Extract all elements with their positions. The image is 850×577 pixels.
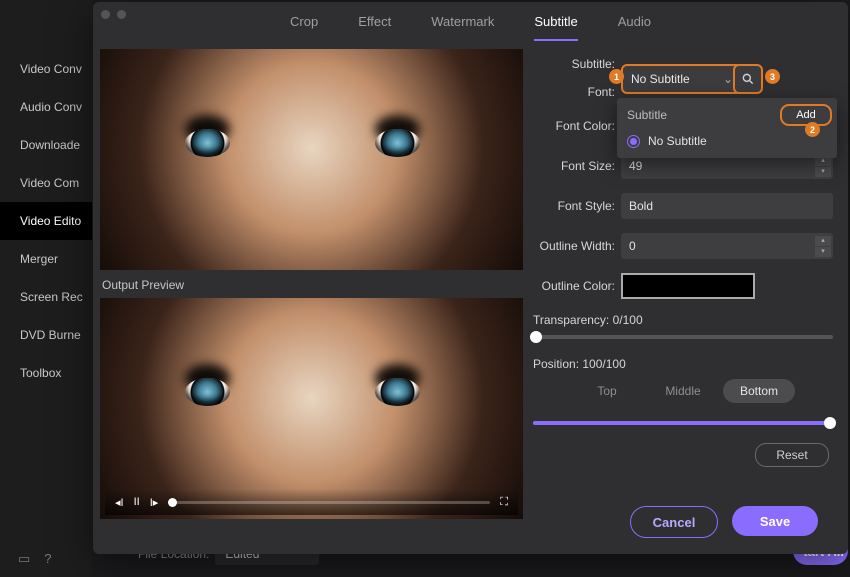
position-thumb[interactable]: [824, 417, 836, 429]
outline-color-label: Outline Color:: [533, 279, 615, 293]
source-preview: [100, 49, 523, 270]
transparency-label: Transparency: 0/100: [533, 313, 833, 327]
sidebar-item-downloader[interactable]: Downloade: [0, 126, 92, 164]
font-color-label: Font Color:: [533, 119, 615, 133]
output-preview: ◂I II I▸ ⛶: [100, 298, 523, 519]
tab-effect[interactable]: Effect: [358, 14, 391, 41]
transparency-thumb[interactable]: [530, 331, 542, 343]
sidebar-item-label: DVD Burne: [20, 328, 81, 342]
subtitle-select-value: No Subtitle: [631, 72, 690, 86]
subtitle-option-none[interactable]: No Subtitle: [617, 130, 837, 152]
font-label: Font:: [533, 85, 615, 99]
sidebar-item-dvd-burner[interactable]: DVD Burne: [0, 316, 92, 354]
search-icon: [741, 72, 755, 86]
tab-crop[interactable]: Crop: [290, 14, 318, 41]
sidebar: Video Conv Audio Conv Downloade Video Co…: [0, 0, 92, 577]
sidebar-item-label: Screen Rec: [20, 290, 83, 304]
annotation-2: 2: [805, 122, 820, 137]
sidebar-item-video-converter[interactable]: Video Conv: [0, 50, 92, 88]
sidebar-item-label: Downloade: [20, 138, 80, 152]
seek-thumb[interactable]: [168, 498, 177, 507]
sidebar-item-label: Video Com: [20, 176, 79, 190]
sidebar-item-screen-recorder[interactable]: Screen Rec: [0, 278, 92, 316]
sidebar-item-toolbox[interactable]: Toolbox: [0, 354, 92, 392]
modal-actions: Cancel Save: [630, 506, 818, 538]
cancel-button[interactable]: Cancel: [630, 506, 718, 538]
reset-button[interactable]: Reset: [755, 443, 829, 467]
sidebar-item-video-editor[interactable]: Video Edito: [0, 202, 92, 240]
sidebar-item-label: Audio Conv: [20, 100, 82, 114]
next-frame-icon[interactable]: I▸: [150, 496, 159, 509]
font-size-value: 49: [629, 159, 642, 173]
position-label: Position: 100/100: [533, 357, 833, 371]
font-size-label: Font Size:: [533, 159, 615, 173]
annotation-1: 1: [609, 69, 624, 84]
stepper-down-icon[interactable]: ▾: [815, 247, 831, 257]
sidebar-item-video-compressor[interactable]: Video Com: [0, 164, 92, 202]
outline-width-label: Outline Width:: [533, 239, 615, 253]
book-icon[interactable]: ▭: [18, 551, 30, 567]
preview-image: [375, 129, 420, 157]
outline-width-value: 0: [629, 239, 636, 253]
tab-watermark[interactable]: Watermark: [431, 14, 494, 41]
outline-width-input[interactable]: 0 ▴▾: [621, 233, 833, 259]
annotation-3: 3: [765, 69, 780, 84]
radio-selected-icon: [627, 135, 640, 148]
sidebar-item-merger[interactable]: Merger: [0, 240, 92, 278]
pause-icon[interactable]: II: [134, 496, 140, 508]
subtitle-option-label: No Subtitle: [648, 134, 707, 148]
outline-color-swatch[interactable]: [621, 273, 755, 299]
preview-image: [375, 378, 420, 406]
sidebar-item-label: Merger: [20, 252, 58, 266]
font-style-label: Font Style:: [533, 199, 615, 213]
font-style-select[interactable]: Bold: [621, 193, 833, 219]
position-tabs: Top Middle Bottom: [533, 379, 833, 403]
editor-modal: Crop Effect Watermark Subtitle Audio Out…: [93, 2, 848, 554]
editor-tabs: Crop Effect Watermark Subtitle Audio: [93, 14, 848, 41]
font-style-value: Bold: [629, 199, 653, 213]
tab-audio[interactable]: Audio: [618, 14, 651, 41]
subtitle-label: Subtitle:: [533, 57, 615, 71]
output-preview-label: Output Preview: [102, 278, 184, 292]
preview-image: [185, 378, 230, 406]
help-icon[interactable]: ?: [44, 551, 51, 567]
preview-image: [185, 129, 230, 157]
position-bottom[interactable]: Bottom: [723, 379, 795, 403]
subtitle-select[interactable]: No Subtitle: [621, 64, 743, 94]
subtitle-dropdown: Add Subtitle No Subtitle: [617, 98, 837, 158]
sidebar-item-label: Video Conv: [20, 62, 82, 76]
sidebar-item-label: Toolbox: [20, 366, 61, 380]
seek-slider[interactable]: [168, 501, 490, 504]
tab-subtitle[interactable]: Subtitle: [534, 14, 577, 41]
stepper-up-icon[interactable]: ▴: [815, 236, 831, 246]
stepper-down-icon[interactable]: ▾: [815, 167, 831, 177]
subtitle-add-button[interactable]: Add: [780, 104, 832, 126]
transparency-slider[interactable]: [533, 335, 833, 339]
position-slider[interactable]: [533, 421, 833, 425]
prev-frame-icon[interactable]: ◂I: [115, 496, 124, 509]
save-button[interactable]: Save: [732, 506, 818, 536]
position-top[interactable]: Top: [571, 379, 643, 403]
subtitle-search-button[interactable]: [733, 64, 763, 94]
position-middle[interactable]: Middle: [647, 379, 719, 403]
sidebar-item-audio-converter[interactable]: Audio Conv: [0, 88, 92, 126]
sidebar-item-label: Video Edito: [20, 214, 81, 228]
player-controls: ◂I II I▸ ⛶: [105, 489, 518, 515]
fullscreen-icon[interactable]: ⛶: [500, 496, 508, 509]
